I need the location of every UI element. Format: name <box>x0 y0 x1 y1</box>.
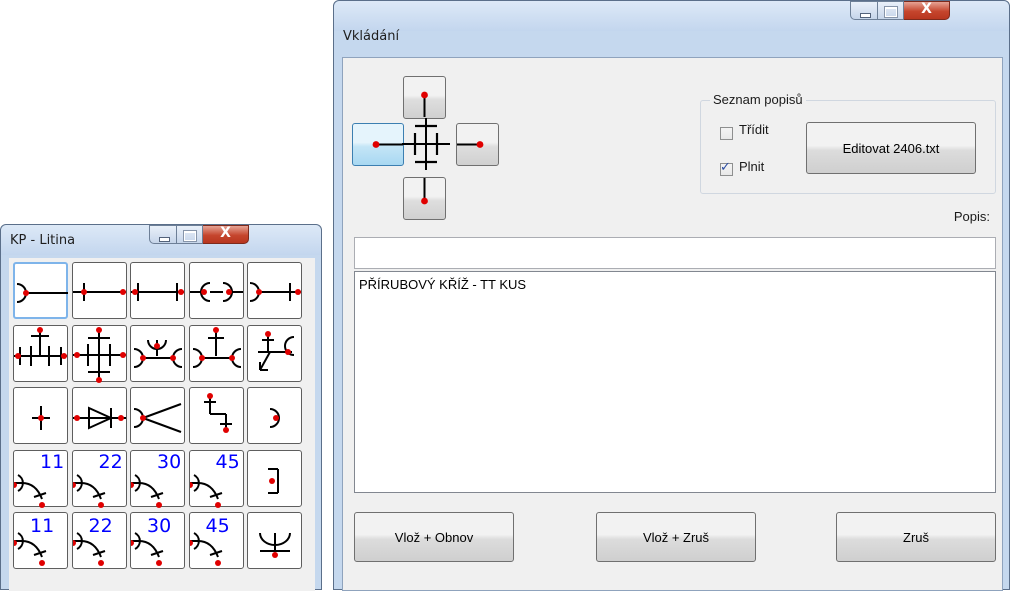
socket-end-pipe-icon <box>249 282 301 302</box>
description-listbox[interactable]: PŘÍRUBOVÝ KŘÍŽ - TT KUS <box>354 271 996 493</box>
bend-angle-label: 30 <box>147 515 172 537</box>
bend-angle-label: 22 <box>98 450 123 473</box>
palette-cell-socket-tee[interactable] <box>188 324 244 382</box>
maximize-button[interactable] <box>878 1 904 20</box>
edit-file-button[interactable]: Editovat 2406.txt <box>806 122 976 174</box>
bend-angle-label: 11 <box>30 515 55 537</box>
palette-cell-end-cap[interactable] <box>247 387 302 444</box>
palette-cell-bend-socket-45[interactable]: 45 <box>188 449 244 508</box>
end-cap-icon <box>269 408 280 428</box>
palette-cell-bend-spigot-22[interactable]: 22 <box>71 512 127 569</box>
insert-cancel-button[interactable]: Vlož + Zruš <box>596 512 756 562</box>
palette-cell-pipe-spigot[interactable] <box>71 262 127 319</box>
bend-angle-label: 11 <box>40 450 65 473</box>
palette-cell-socket-end-pipe[interactable] <box>247 262 302 319</box>
bent-tee-icon <box>203 393 232 433</box>
direction-right-button[interactable] <box>456 123 499 166</box>
minimize-button[interactable] <box>149 225 177 244</box>
palette-cell-flange-end-pipe[interactable] <box>13 262 68 319</box>
bend-angle-label: 22 <box>88 515 113 537</box>
maximize-button[interactable] <box>177 225 203 244</box>
dialog-titlebar[interactable]: Vkládání X <box>334 1 1009 44</box>
palette-cell-bent-tee[interactable] <box>188 387 244 444</box>
flanged-cross-preview-icon <box>402 118 450 170</box>
maximize-icon <box>183 230 197 242</box>
palette-cell-flanged-cross[interactable] <box>71 324 127 383</box>
insert-refresh-button[interactable]: Vlož + Obnov <box>354 512 514 562</box>
pipe-spigot-icon <box>72 283 126 301</box>
direction-down-button[interactable] <box>403 177 446 220</box>
socket-reducer-icon <box>133 403 182 433</box>
arrow-right-icon <box>457 141 484 148</box>
sort-label: Třídit <box>739 122 769 137</box>
double-socket-icon <box>189 282 243 302</box>
palette-cell-pipe-double-spigot[interactable] <box>130 262 185 319</box>
popis-field[interactable] <box>354 237 996 269</box>
direction-up-button[interactable] <box>403 76 446 119</box>
palette-cell-flanged-tee[interactable] <box>13 324 68 382</box>
palette-cell-valve[interactable] <box>71 387 127 444</box>
palette-cell-bend-spigot-30[interactable]: 30 <box>130 512 185 569</box>
palette-cell-socket-reducer[interactable] <box>130 387 185 444</box>
minimize-icon <box>159 237 170 242</box>
popis-input[interactable] <box>355 238 995 268</box>
direction-left-button[interactable] <box>352 123 404 166</box>
palette-cell-double-socket[interactable] <box>188 262 244 319</box>
palette-titlebar[interactable]: KP - Litina X <box>1 225 321 255</box>
minimize-icon <box>860 13 871 18</box>
fill-checkbox[interactable]: ✓ <box>720 160 733 176</box>
palette-cell-saddle[interactable] <box>247 512 302 569</box>
valve-icon <box>72 406 126 430</box>
palette-cell-bend-socket-22[interactable]: 22 <box>71 449 127 508</box>
sort-checkbox[interactable] <box>720 127 733 140</box>
palette-client: 11 22 30 45 11 22 30 45 <box>9 258 315 591</box>
tee-with-arrow-icon <box>258 330 295 371</box>
maximize-icon <box>884 6 898 18</box>
palette-cell-bend-socket-30[interactable]: 30 <box>130 449 185 508</box>
arrow-up-icon <box>421 91 428 117</box>
fill-label: Plnit <box>739 159 765 174</box>
palette-cell-bend-spigot-45[interactable]: 45 <box>188 512 244 569</box>
close-icon: X <box>220 225 231 241</box>
dialog-title: Vkládání <box>343 29 400 44</box>
close-icon: X <box>921 1 932 17</box>
flange-end-pipe-icon <box>16 283 68 303</box>
popis-label: Popis: <box>953 209 990 224</box>
palette-window: KP - Litina X 11 22 30 45 11 22 30 45 <box>0 224 322 591</box>
bend-angle-label: 45 <box>215 450 240 473</box>
arrow-left-icon <box>372 141 403 148</box>
plug-icon <box>268 467 279 494</box>
palette-title: KP - Litina <box>10 233 76 248</box>
socket-tee-icon <box>192 326 241 368</box>
flanged-cross-icon <box>72 326 126 383</box>
group-label: Seznam popisů <box>710 92 806 107</box>
palette-cell-plug[interactable] <box>247 449 302 507</box>
socket-cross-icon <box>133 339 183 368</box>
bend-angle-label: 45 <box>205 515 230 537</box>
minimize-button[interactable] <box>850 1 878 20</box>
close-button[interactable]: X <box>203 225 249 244</box>
palette-cell-single-spigot[interactable] <box>13 387 68 444</box>
cancel-button[interactable]: Zruš <box>836 512 996 562</box>
palette-cell-socket-cross[interactable] <box>130 324 185 382</box>
list-item[interactable]: PŘÍRUBOVÝ KŘÍŽ - TT KUS <box>359 277 526 292</box>
saddle-icon <box>259 532 291 558</box>
palette-cell-bend-spigot-11[interactable]: 11 <box>13 512 68 569</box>
pipe-double-spigot-icon <box>131 283 184 301</box>
check-icon: ✓ <box>720 160 731 175</box>
single-spigot-icon <box>32 406 50 430</box>
arrow-down-icon <box>421 178 428 205</box>
bend-angle-label: 30 <box>157 450 182 473</box>
palette-cell-tee-with-arrow[interactable] <box>247 324 302 382</box>
palette-cell-bend-socket-11[interactable]: 11 <box>13 449 68 508</box>
flanged-tee-icon <box>14 326 67 366</box>
close-button[interactable]: X <box>904 1 950 20</box>
